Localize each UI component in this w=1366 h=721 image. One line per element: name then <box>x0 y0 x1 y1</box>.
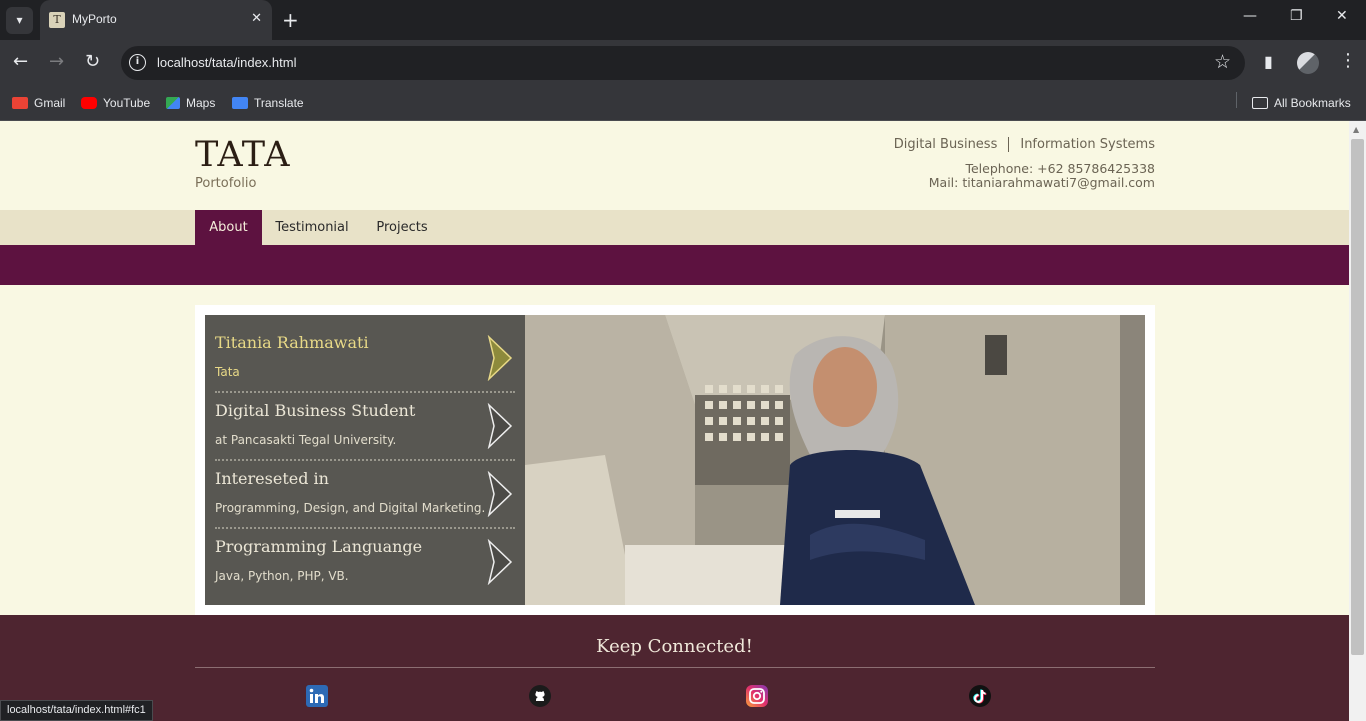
address-bar[interactable]: i localhost/tata/index.html ☆ <box>121 46 1245 80</box>
tiktok-icon[interactable] <box>969 685 991 707</box>
footer-divider <box>195 667 1155 668</box>
site-footer: Keep Connected! <box>0 615 1349 721</box>
site-logo[interactable]: TATA <box>195 135 291 175</box>
banner-strip <box>0 245 1349 285</box>
about-item-title: Programming Languange <box>215 537 423 556</box>
side-panel-icon[interactable]: ▮ <box>1264 52 1273 71</box>
about-item-name[interactable]: Titania Rahmawati Tata <box>215 325 515 393</box>
about-item-subtitle: Programming, Design, and Digital Marketi… <box>215 501 486 515</box>
forward-icon[interactable]: → <box>49 52 64 72</box>
about-item-subtitle: at Pancasakti Tegal University. <box>215 433 397 447</box>
footer-title: Keep Connected! <box>596 636 753 657</box>
bookmark-youtube[interactable]: YouTube <box>81 93 150 113</box>
browser-tab[interactable]: T MyPorto ✕ <box>40 0 272 40</box>
browser-tabbar: ▾ T MyPorto ✕ + — ❐ ✕ <box>0 0 1366 40</box>
close-window-icon[interactable]: ✕ <box>1336 8 1348 24</box>
main-nav: About Testimonial Projects <box>0 210 1349 245</box>
restore-icon[interactable]: ❐ <box>1290 8 1303 24</box>
tab-title: MyPorto <box>72 12 117 26</box>
topic-information-systems[interactable]: Information Systems <box>1020 137 1155 152</box>
telephone-text: Telephone: +62 85786425338 <box>965 161 1155 176</box>
profile-avatar[interactable] <box>1297 52 1319 74</box>
maps-icon <box>166 97 180 109</box>
nav-about[interactable]: About <box>195 210 262 245</box>
tab-search-icon[interactable]: ▾ <box>6 7 33 34</box>
page-viewport: TATA Portofolio Digital Business Informa… <box>0 121 1349 721</box>
status-bar-url: localhost/tata/index.html#fc1 <box>0 700 153 721</box>
topics-links: Digital Business Information Systems <box>894 137 1155 152</box>
about-panel: Titania Rahmawati Tata Digital Business … <box>205 315 525 605</box>
about-item-interests[interactable]: Intereseted in Programming, Design, and … <box>215 461 515 529</box>
tab-favicon-icon: T <box>49 12 65 28</box>
youtube-icon <box>81 97 97 109</box>
site-info-icon[interactable]: i <box>129 54 146 71</box>
about-item-subtitle: Tata <box>215 365 240 379</box>
chevron-right-icon <box>487 471 513 517</box>
all-bookmarks-label: All Bookmarks <box>1274 96 1351 110</box>
back-icon[interactable]: ← <box>13 52 28 72</box>
minimize-icon[interactable]: — <box>1243 8 1257 24</box>
page-scrollbar[interactable]: ▲ <box>1349 121 1366 721</box>
mail-text: Mail: titaniarahmawati7@gmail.com <box>928 175 1155 190</box>
folder-icon <box>1252 97 1268 109</box>
profile-photo-illustration <box>525 315 1145 605</box>
instagram-icon[interactable] <box>746 685 768 707</box>
bookmark-youtube-label: YouTube <box>103 96 151 110</box>
bookmark-star-icon[interactable]: ☆ <box>1214 51 1231 73</box>
bookmark-translate[interactable]: Translate <box>232 93 304 113</box>
profile-photo <box>525 315 1145 605</box>
contact-info: Telephone: +62 85786425338 Mail: titania… <box>929 162 1155 190</box>
about-item-title: Titania Rahmawati <box>215 333 369 352</box>
scroll-thumb[interactable] <box>1351 139 1364 655</box>
about-item-subtitle: Java, Python, PHP, VB. <box>215 569 349 583</box>
bookmark-gmail-label: Gmail <box>34 96 66 110</box>
about-item-title: Digital Business Student <box>215 401 416 420</box>
bookmark-translate-label: Translate <box>254 96 304 110</box>
chevron-right-icon <box>487 539 513 585</box>
topic-divider <box>1008 137 1010 152</box>
bookmarks-bar: Gmail YouTube Maps Translate All Bookmar… <box>0 86 1366 121</box>
bookmark-maps[interactable]: Maps <box>166 93 215 113</box>
bookmark-maps-label: Maps <box>186 96 216 110</box>
about-showcase: Titania Rahmawati Tata Digital Business … <box>195 305 1155 615</box>
chevron-right-icon <box>487 335 513 381</box>
bookmarks-separator <box>1236 92 1237 108</box>
reload-icon[interactable]: ↻ <box>85 52 100 72</box>
translate-icon <box>232 97 248 109</box>
site-tagline: Portofolio <box>195 176 257 191</box>
nav-projects[interactable]: Projects <box>362 210 442 245</box>
site-header: TATA Portofolio Digital Business Informa… <box>0 121 1349 210</box>
url-text[interactable]: localhost/tata/index.html <box>157 55 296 70</box>
scroll-up-icon[interactable]: ▲ <box>1353 125 1359 134</box>
tab-close-icon[interactable]: ✕ <box>251 11 262 26</box>
about-item-title: Intereseted in <box>215 469 329 488</box>
about-item-languages[interactable]: Programming Languange Java, Python, PHP,… <box>215 529 515 597</box>
github-icon[interactable] <box>529 685 551 707</box>
bookmark-gmail[interactable]: Gmail <box>12 93 65 113</box>
gmail-icon <box>12 97 28 109</box>
linkedin-icon[interactable] <box>306 685 328 707</box>
menu-kebab-icon[interactable]: ⋮ <box>1339 50 1357 71</box>
topic-digital-business[interactable]: Digital Business <box>894 137 998 152</box>
nav-testimonial[interactable]: Testimonial <box>262 210 362 245</box>
all-bookmarks[interactable]: All Bookmarks <box>1252 93 1351 113</box>
new-tab-icon[interactable]: + <box>282 8 299 32</box>
browser-toolbar: ← → ↻ i localhost/tata/index.html ☆ ▮ ⋮ <box>0 40 1366 86</box>
chevron-right-icon <box>487 403 513 449</box>
about-item-study[interactable]: Digital Business Student at Pancasakti T… <box>215 393 515 461</box>
